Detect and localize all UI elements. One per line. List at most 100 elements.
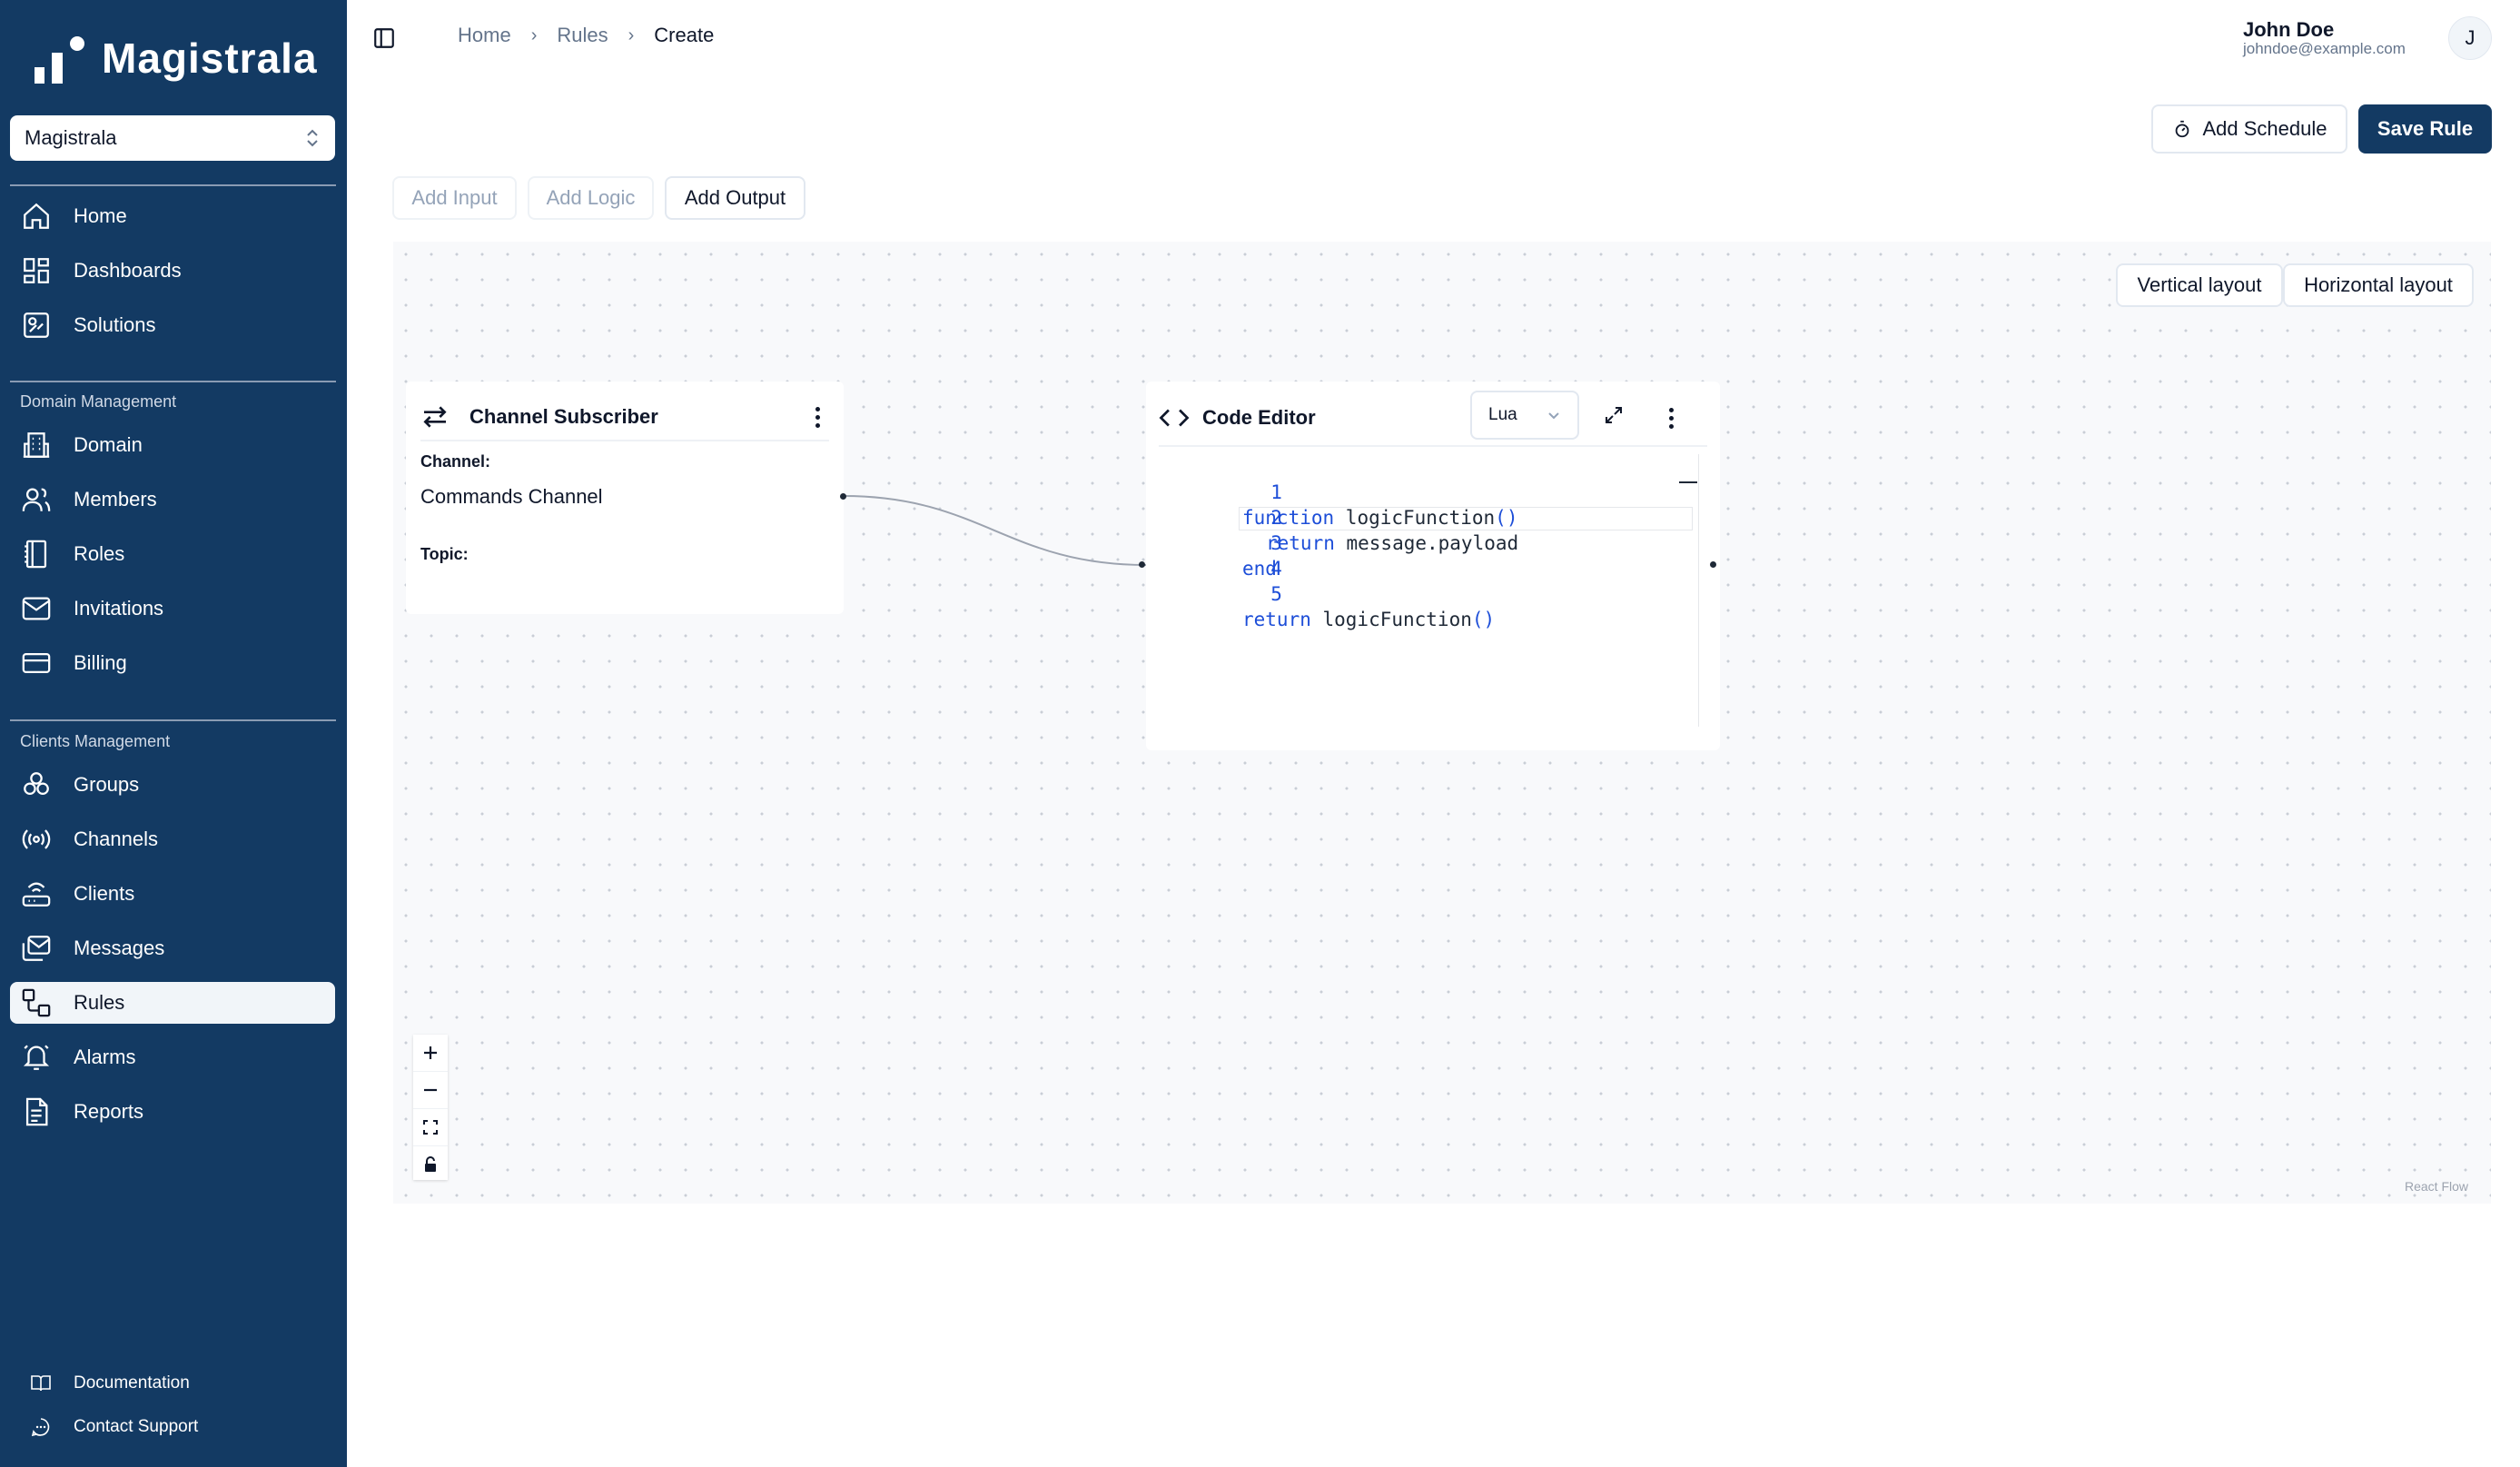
sidebar-item-alarms[interactable]: Alarms: [10, 1036, 335, 1078]
node-title: Code Editor: [1202, 406, 1316, 429]
sidebar-item-label: Alarms: [74, 1046, 136, 1068]
add-input-button[interactable]: Add Input: [392, 176, 517, 220]
messages-icon: [22, 936, 51, 961]
sidebar-footer-contact-support[interactable]: Contact Support: [10, 1411, 198, 1443]
code-text: logicFunction: [1334, 507, 1496, 529]
topic-label: Topic:: [420, 545, 469, 563]
more-vertical-icon[interactable]: [1668, 406, 1674, 431]
section-label-clients: Clients Management: [20, 732, 171, 750]
sidebar-item-label: Members: [74, 488, 157, 510]
sidebar-item-solutions[interactable]: Solutions: [10, 304, 335, 346]
code-editor[interactable]: 1 function logicFunction() 2 return mess…: [1159, 454, 1699, 736]
sidebar-item-label: Dashboards: [74, 259, 182, 282]
language-select[interactable]: Lua: [1470, 391, 1579, 440]
zoom-in-button[interactable]: [413, 1035, 448, 1072]
sidebar-item-label: Domain: [74, 433, 143, 456]
node-header: Channel Subscriber: [420, 394, 829, 441]
sidebar-item-invitations[interactable]: Invitations: [10, 588, 335, 629]
sidebar-toggle-icon[interactable]: [372, 26, 396, 50]
zoom-controls: [413, 1035, 448, 1180]
user-email: johndoe@example.com: [2243, 40, 2406, 57]
brand-logo[interactable]: Magistrala: [35, 33, 318, 84]
channel-subscriber-node[interactable]: Channel Subscriber Channel: Commands Cha…: [406, 382, 844, 614]
editor-scrollbar[interactable]: [1698, 454, 1699, 727]
node-header: Code Editor: [1159, 391, 1707, 447]
breadcrumb-rules[interactable]: Rules: [557, 24, 608, 47]
breadcrumb-current: Create: [654, 24, 715, 46]
more-vertical-icon[interactable]: [815, 405, 820, 430]
horizontal-layout-label: Horizontal layout: [2304, 273, 2453, 296]
save-rule-label: Save Rule: [2377, 117, 2474, 140]
sidebar-item-domain[interactable]: Domain: [10, 424, 335, 466]
sidebar-item-home[interactable]: Home: [10, 195, 335, 237]
sidebar-item-label: Reports: [74, 1100, 144, 1123]
section-label-domain: Domain Management: [20, 392, 177, 411]
code-text: message.payload: [1334, 532, 1519, 554]
credit-card-icon: [22, 652, 51, 674]
sidebar-item-rules[interactable]: Rules: [10, 982, 335, 1024]
add-output-button[interactable]: Add Output: [665, 176, 805, 220]
code-editor-node[interactable]: Code Editor Lua 1 function logicFunction…: [1146, 382, 1720, 750]
report-icon: [25, 1097, 48, 1126]
target-handle[interactable]: [1139, 561, 1145, 568]
sidebar-item-messages[interactable]: Messages: [10, 927, 335, 969]
workspace-name: Magistrala: [25, 126, 117, 149]
lock-button[interactable]: [413, 1146, 448, 1183]
expand-icon[interactable]: [1603, 404, 1625, 426]
source-handle[interactable]: [1710, 561, 1716, 568]
brand-name: Magistrala: [102, 35, 318, 82]
sidebar-divider: [10, 381, 336, 382]
sidebar-item-roles[interactable]: Roles: [10, 533, 335, 575]
sidebar-item-channels[interactable]: Channels: [10, 818, 335, 860]
minimap-cursor: [1679, 481, 1697, 483]
sidebar-item-billing[interactable]: Billing: [10, 642, 335, 684]
sidebar-footer-documentation[interactable]: Documentation: [10, 1367, 190, 1400]
line-number: 1: [1270, 481, 1282, 503]
mail-icon: [22, 597, 51, 620]
solutions-icon: [24, 312, 49, 338]
dashboard-icon: [24, 258, 49, 283]
sidebar: Magistrala Magistrala Home Dashboards So…: [0, 0, 347, 1467]
avatar[interactable]: J: [2448, 16, 2492, 60]
sidebar-item-members[interactable]: Members: [10, 479, 335, 520]
add-output-label: Add Output: [684, 186, 786, 209]
code-text: logicFunction: [1310, 609, 1472, 630]
react-flow-attribution[interactable]: React Flow: [2405, 1179, 2468, 1194]
source-handle[interactable]: [840, 493, 846, 500]
timer-icon: [2175, 120, 2189, 138]
building-icon: [23, 432, 50, 458]
sidebar-item-reports[interactable]: Reports: [10, 1091, 335, 1133]
sidebar-item-label: Clients: [74, 882, 135, 905]
sidebar-item-clients[interactable]: Clients: [10, 873, 335, 915]
vertical-layout-label: Vertical layout: [2137, 273, 2262, 296]
workflow-icon: [22, 988, 51, 1017]
vertical-layout-button[interactable]: Vertical layout: [2116, 263, 2283, 307]
chevron-up-down-icon: [307, 129, 318, 147]
code-line: 2 return message.payload: [1159, 480, 1518, 554]
groups-icon: [24, 772, 49, 796]
add-schedule-button[interactable]: Add Schedule: [2151, 104, 2347, 154]
save-rule-button[interactable]: Save Rule: [2358, 104, 2492, 154]
line-number: 5: [1270, 583, 1282, 605]
sidebar-item-groups[interactable]: Groups: [10, 764, 335, 806]
chevron-down-icon: [1548, 412, 1559, 420]
code-line: 4: [1159, 530, 1282, 580]
users-icon: [22, 488, 51, 511]
fit-view-button[interactable]: [413, 1109, 448, 1146]
footer-label: Contact Support: [74, 1417, 199, 1436]
arrows-exchange-icon: [423, 406, 447, 428]
add-logic-button[interactable]: Add Logic: [528, 176, 654, 220]
sidebar-item-dashboards[interactable]: Dashboards: [10, 250, 335, 292]
fit-view-icon: [423, 1120, 438, 1135]
line-number: 3: [1270, 532, 1282, 554]
code-icon: [1159, 409, 1190, 427]
sidebar-item-label: Solutions: [74, 313, 156, 336]
workspace-select[interactable]: Magistrala: [10, 115, 335, 161]
channel-value: Commands Channel: [420, 485, 603, 508]
zoom-out-button[interactable]: [413, 1072, 448, 1109]
plus-icon: [424, 1046, 437, 1059]
horizontal-layout-button[interactable]: Horizontal layout: [2283, 263, 2474, 307]
breadcrumb-home[interactable]: Home: [458, 24, 511, 47]
lock-icon: [425, 1156, 436, 1172]
add-input-label: Add Input: [411, 186, 498, 209]
